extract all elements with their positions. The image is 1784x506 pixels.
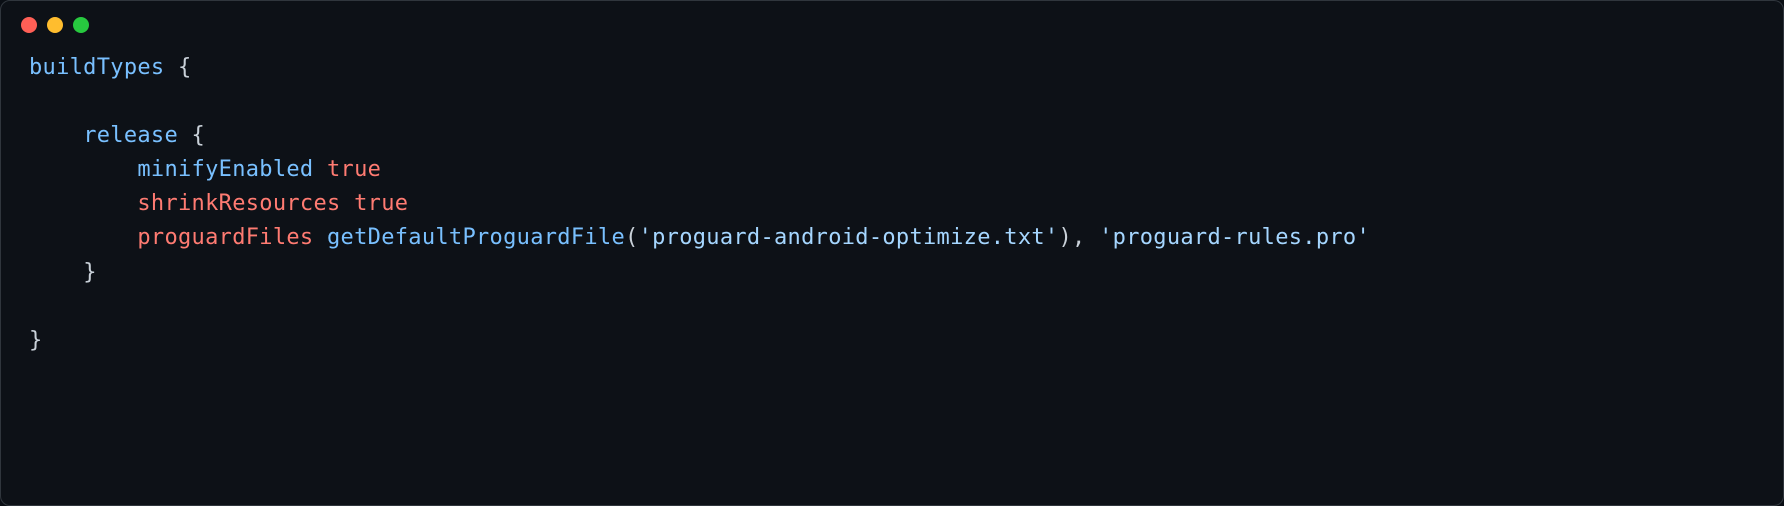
minimize-icon[interactable] (47, 17, 63, 33)
code-space (341, 191, 355, 216)
code-indent (29, 123, 83, 148)
code-window: buildTypes { release { minifyEnabled tru… (0, 0, 1784, 506)
code-brace: { (178, 123, 205, 148)
code-property: proguardFiles (137, 225, 313, 250)
code-keyword: release (83, 123, 178, 148)
code-block: buildTypes { release { minifyEnabled tru… (1, 43, 1783, 378)
code-string: 'proguard-rules.pro' (1099, 225, 1370, 250)
window-titlebar (1, 1, 1783, 43)
code-indent (29, 225, 137, 250)
close-icon[interactable] (21, 17, 37, 33)
code-space (313, 225, 327, 250)
code-keyword: buildTypes (29, 55, 164, 80)
code-paren: ) (1058, 225, 1072, 250)
code-string: 'proguard-android-optimize.txt' (639, 225, 1059, 250)
code-value: true (327, 157, 381, 182)
code-indent (29, 157, 137, 182)
code-property: minifyEnabled (137, 157, 313, 182)
code-indent (29, 191, 137, 216)
code-brace: } (83, 260, 97, 285)
code-space (1086, 225, 1100, 250)
code-brace: } (29, 328, 43, 353)
code-paren: ( (625, 225, 639, 250)
code-indent (29, 260, 83, 285)
code-punct: , (1072, 225, 1086, 250)
code-brace: { (164, 55, 191, 80)
code-space (313, 157, 327, 182)
code-property: shrinkResources (137, 191, 340, 216)
code-value: true (354, 191, 408, 216)
maximize-icon[interactable] (73, 17, 89, 33)
code-function: getDefaultProguardFile (327, 225, 625, 250)
